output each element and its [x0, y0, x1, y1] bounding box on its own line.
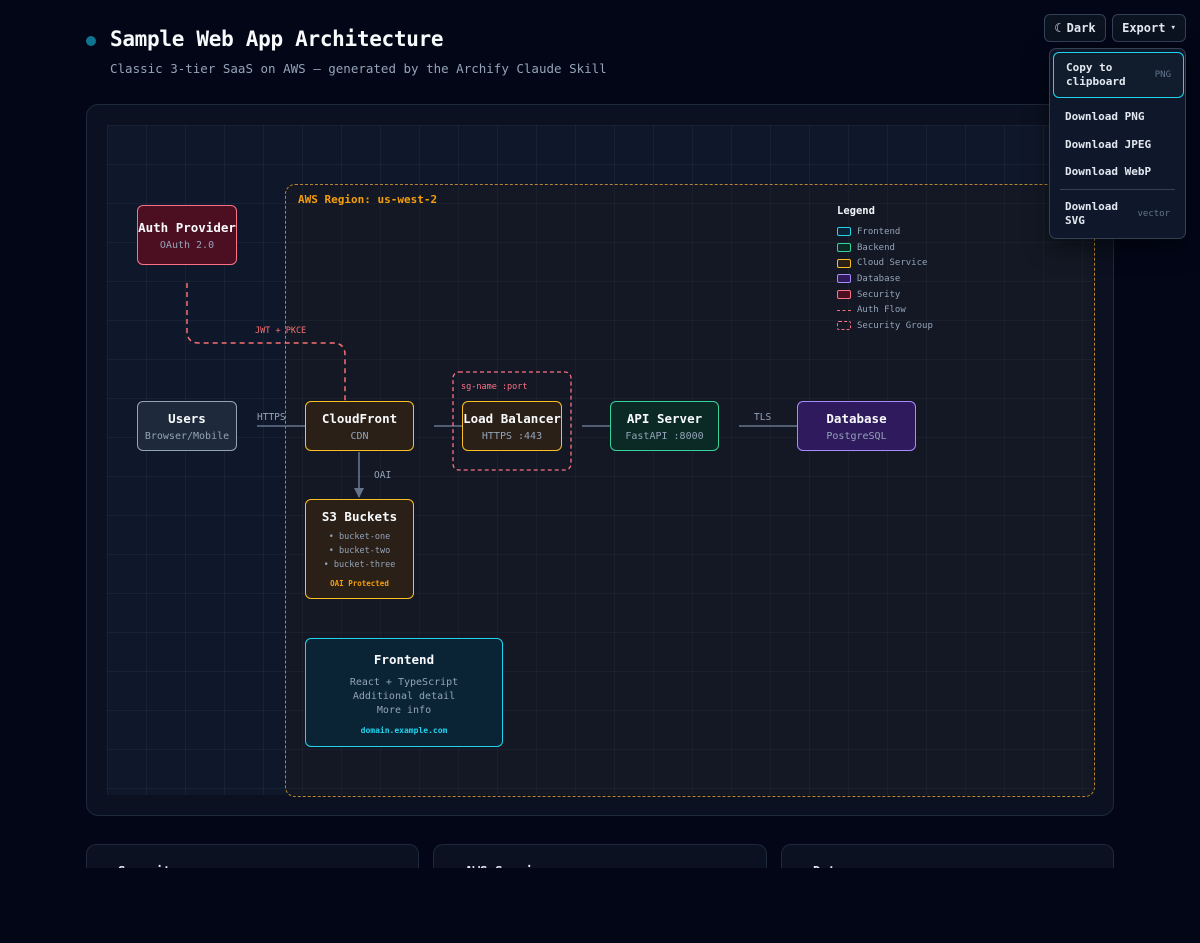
bucket-item: • bucket-two [328, 546, 391, 556]
page-bottom-fade [0, 868, 1200, 943]
menu-item-label: Download JPEG [1065, 137, 1152, 151]
edge-label-https: HTTPS [257, 412, 286, 423]
frontend-detail: React + TypeScript [349, 677, 459, 688]
node-s3-buckets[interactable]: S3 Buckets • bucket-one • bucket-two • b… [305, 499, 414, 599]
edge-label-auth-flow: JWT + PKCE [255, 326, 307, 336]
node-title: CloudFront [321, 410, 398, 426]
frontend-detail: Additional detail [352, 691, 456, 702]
export-menu: Copy to clipboard PNG Download PNG Downl… [1049, 48, 1186, 239]
security-group-label: sg-name :port [461, 382, 528, 392]
menu-item-label: Download SVG [1065, 200, 1118, 227]
bucket-item: • bucket-one [328, 532, 391, 542]
menu-divider [1060, 189, 1175, 190]
node-subtitle: FastAPI :8000 [625, 430, 704, 442]
page-subtitle: Classic 3-tier SaaS on AWS — generated b… [110, 61, 607, 76]
node-cloudfront[interactable]: CloudFront CDN [305, 401, 414, 451]
node-subtitle: HTTPS :443 [481, 430, 543, 442]
legend-swatch [837, 243, 851, 253]
legend-swatch [837, 258, 851, 268]
legend-item-auth-flow: Auth Flow [837, 302, 933, 318]
download-png-option[interactable]: Download PNG [1050, 105, 1185, 127]
node-subtitle: PostgreSQL [826, 430, 887, 442]
legend-item-frontend: Frontend [837, 224, 933, 240]
legend-label: Frontend [857, 226, 901, 237]
edge-label-oai: OAI [374, 470, 392, 481]
bucket-item: • bucket-three [323, 560, 396, 570]
frontend-domain: domain.example.com [360, 726, 448, 735]
menu-item-hint: PNG [1154, 70, 1171, 80]
frontend-detail: More info [376, 705, 432, 716]
legend-swatch [837, 227, 851, 237]
node-database[interactable]: Database PostgreSQL [797, 401, 916, 451]
node-title: Load Balancer [463, 410, 561, 426]
legend-label: Auth Flow [857, 305, 906, 316]
menu-item-label: Copy to clipboard [1066, 61, 1126, 88]
node-users[interactable]: Users Browser/Mobile [137, 401, 237, 451]
legend-item-backend: Backend [837, 240, 933, 256]
node-subtitle: OAuth 2.0 [159, 239, 215, 251]
export-button[interactable]: Export ▾ [1112, 14, 1186, 42]
menu-item-label: Download WebP [1065, 164, 1152, 178]
edge-label-tls: TLS [754, 412, 772, 423]
legend-item-cloud-service: Cloud Service [837, 255, 933, 271]
legend-item-security-group: Security Group [837, 318, 933, 334]
diagram-legend: Legend Frontend Backend Cloud Service Da… [837, 205, 933, 334]
oai-protected-badge: OAI Protected [330, 579, 389, 588]
legend-swatch [837, 290, 851, 300]
legend-label: Backend [857, 242, 895, 253]
copy-to-clipboard-option[interactable]: Copy to clipboard PNG [1053, 52, 1184, 98]
node-subtitle: Browser/Mobile [144, 430, 230, 442]
legend-title: Legend [837, 205, 875, 217]
node-title: API Server [626, 410, 703, 426]
legend-label: Cloud Service [857, 258, 928, 269]
chevron-down-icon: ▾ [1170, 23, 1176, 33]
legend-label: Security [857, 289, 901, 300]
node-load-balancer[interactable]: Load Balancer HTTPS :443 [462, 401, 562, 451]
node-title: Frontend [373, 652, 435, 667]
legend-item-database: Database [837, 271, 933, 287]
node-subtitle: CDN [350, 430, 369, 442]
dark-mode-button[interactable]: ☾ Dark [1044, 14, 1106, 42]
diagram-edges [186, 283, 816, 498]
export-label: Export [1122, 21, 1166, 35]
title-status-dot [86, 36, 96, 46]
menu-item-label: Download PNG [1065, 109, 1145, 123]
node-auth-provider[interactable]: Auth Provider OAuth 2.0 [137, 205, 237, 265]
download-svg-option[interactable]: Download SVG vector [1050, 197, 1185, 231]
page-title: Sample Web App Architecture [110, 27, 444, 51]
node-api-server[interactable]: API Server FastAPI :8000 [610, 401, 719, 451]
dark-mode-label: Dark [1066, 21, 1096, 35]
legend-label: Security Group [857, 320, 933, 331]
node-title: Auth Provider [138, 219, 236, 235]
node-title: Users [168, 410, 206, 426]
menu-item-hint: vector [1137, 209, 1170, 219]
legend-item-security: Security [837, 287, 933, 303]
legend-label: Database [857, 273, 901, 284]
node-title: S3 Buckets [321, 509, 398, 524]
node-frontend[interactable]: Frontend React + TypeScript Additional d… [305, 638, 503, 747]
download-webp-option[interactable]: Download WebP [1050, 160, 1185, 182]
moon-icon: ☾ [1054, 21, 1062, 35]
diagram-grid: AWS Region: us-west-2 JWT + PKCE HTTPS O… [107, 125, 1095, 797]
edge-auth-cloudfront [186, 283, 346, 401]
diagram-canvas[interactable]: AWS Region: us-west-2 JWT + PKCE HTTPS O… [86, 104, 1114, 816]
legend-dash-line [837, 309, 851, 311]
node-title: Database [826, 410, 887, 426]
legend-swatch [837, 274, 851, 284]
download-jpeg-option[interactable]: Download JPEG [1050, 133, 1185, 155]
legend-swatch [837, 321, 851, 331]
